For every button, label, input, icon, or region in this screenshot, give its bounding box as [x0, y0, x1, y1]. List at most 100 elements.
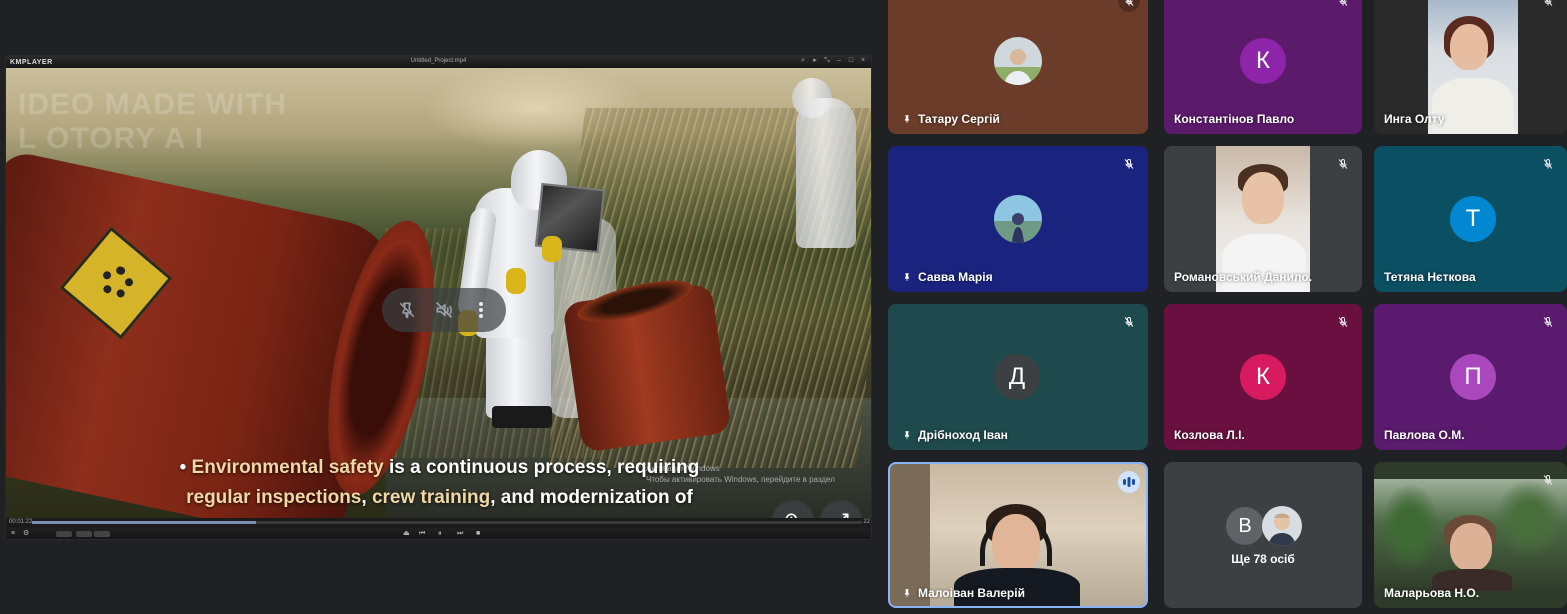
pin-icon — [904, 431, 910, 440]
expand-icon — [842, 513, 849, 518]
seek-bar-fill — [32, 521, 257, 524]
mute-audio-icon[interactable] — [429, 295, 459, 325]
video-scene-glove — [542, 236, 562, 262]
participant-name: Дрібноход Іван — [902, 428, 1008, 442]
unpin-icon[interactable] — [392, 295, 422, 325]
participant-tile-savva[interactable]: Савва Марія — [888, 146, 1148, 292]
minimize-icon[interactable]: – — [835, 57, 843, 65]
pin-icon — [904, 115, 910, 124]
participant-name: Савва Марія — [902, 270, 993, 284]
participant-tile-malaryova[interactable]: Маларьова Н.О. — [1374, 462, 1567, 608]
participant-tile-tataru[interactable]: Татару Сергій — [888, 0, 1148, 134]
mic-off-icon — [1543, 474, 1553, 485]
stop-icon[interactable]: ■ — [476, 530, 480, 538]
mic-off-icon — [1543, 316, 1553, 327]
subtitle-line-2: regular inspections, crew training, and … — [186, 487, 693, 508]
pause-icon[interactable]: ⏸ — [438, 530, 442, 538]
kmplayer-window: KMPLAYER Untitled_Project.mp4 ⌕ ▸ ⤡ – □ … — [5, 55, 872, 540]
avatar-initial: П — [1450, 354, 1496, 400]
mic-off-icon — [1124, 316, 1134, 327]
mic-off-icon — [1338, 316, 1348, 327]
mic-off-indicator — [1118, 0, 1140, 12]
mic-off-indicator — [1537, 469, 1559, 491]
participant-video — [1374, 479, 1567, 591]
mic-off-indicator — [1332, 0, 1354, 12]
participant-name: Татару Сергій — [902, 112, 1000, 126]
seek-bar[interactable] — [32, 521, 862, 524]
participant-video — [890, 464, 1146, 606]
mic-off-icon — [1544, 0, 1553, 6]
tile-hover-controls — [382, 288, 506, 332]
mic-off-indicator — [1118, 311, 1140, 333]
avatar-initial: К — [1240, 354, 1286, 400]
participant-tile-pavlova[interactable]: П Павлова О.М. — [1374, 304, 1567, 450]
pin-icon — [904, 273, 910, 282]
avatar — [1262, 506, 1302, 546]
video-scene-worker-boots — [492, 406, 552, 428]
avatar-initial: В — [1226, 507, 1264, 545]
current-time: 00:01:22 — [9, 519, 33, 525]
pin-icon — [904, 589, 910, 598]
settings-icon[interactable]: ⚙ — [23, 530, 29, 538]
video-scene-glove — [506, 268, 526, 294]
next-icon[interactable]: ⏭ — [457, 530, 463, 538]
activate-windows-watermark: Активация Windows Чтобы активировать Win… — [646, 464, 835, 484]
maximize-icon[interactable]: □ — [847, 57, 855, 65]
video-scene-figure-background — [796, 98, 856, 248]
video-frame[interactable]: IDEO MADE WITH L OTORY A I • Environment… — [6, 68, 871, 518]
participant-name: Павлова О.М. — [1384, 428, 1465, 442]
participant-name: Маларьова Н.О. — [1384, 586, 1480, 600]
player-window-buttons: ⌕ ▸ ⤡ – □ × — [799, 57, 867, 65]
mic-off-indicator — [1332, 311, 1354, 333]
participant-tile-dribnokhod[interactable]: Д Дрібноход Іван — [888, 304, 1148, 450]
mic-off-indicator — [1537, 0, 1559, 12]
mic-off-indicator — [1332, 153, 1354, 175]
mic-off-icon — [1124, 158, 1134, 169]
player-control-bar: ≡ ⚙ ⏏ ⏮ ⏸ ⏭ ■ — [6, 528, 871, 539]
mic-off-icon — [1339, 0, 1348, 6]
participant-name: Романовський Данило. — [1174, 270, 1313, 284]
shrink-icon[interactable]: ⤡ — [823, 57, 831, 65]
participant-tile-netkova[interactable]: Т Тетяна Нєткова — [1374, 146, 1567, 292]
more-options-icon[interactable] — [466, 295, 496, 325]
video-toggle[interactable] — [76, 531, 92, 537]
kmplayer-logo: KMPLAYER — [10, 58, 53, 66]
participant-tile-olt[interactable]: Инга Олту — [1374, 0, 1567, 134]
audio-level-icon — [1123, 477, 1135, 487]
mic-off-indicator — [1537, 311, 1559, 333]
more-participants-label: Ще 78 осіб — [1231, 552, 1295, 566]
more-participants-tile[interactable]: В Ще 78 осіб — [1164, 462, 1362, 608]
mic-off-indicator — [1118, 153, 1140, 175]
participant-name: Константінов Павло — [1174, 112, 1295, 126]
player-titlebar: KMPLAYER Untitled_Project.mp4 ⌕ ▸ ⤡ – □ … — [6, 56, 871, 68]
participant-name: Тетяна Нєткова — [1384, 270, 1476, 284]
search-icon[interactable]: ⌕ — [799, 57, 807, 65]
participant-tile-maloivan-active-speaker[interactable]: Малоіван Валерій — [888, 462, 1148, 608]
participant-tile-romanovskyi[interactable]: Романовський Данило. — [1164, 146, 1362, 292]
speaking-indicator — [1118, 471, 1140, 493]
participant-name: Инга Олту — [1384, 112, 1445, 126]
avatar — [994, 37, 1042, 85]
mic-off-icon — [1125, 0, 1134, 6]
equalizer-toggle[interactable] — [56, 531, 72, 537]
avatar-initial: Т — [1450, 196, 1496, 242]
total-time: 22 — [863, 519, 870, 525]
avatar-initial: К — [1240, 38, 1286, 84]
mic-off-icon — [1543, 158, 1553, 169]
close-icon[interactable]: × — [859, 57, 867, 65]
avatar — [994, 195, 1042, 243]
participant-tile-konstantinov[interactable]: К Константінов Павло — [1164, 0, 1362, 134]
participant-name: Малоіван Валерій — [902, 586, 1025, 600]
menu-icon[interactable]: ≡ — [11, 530, 15, 538]
meet-stage: KMPLAYER Untitled_Project.mp4 ⌕ ▸ ⤡ – □ … — [0, 0, 1567, 614]
player-file-name: Untitled_Project.mp4 — [410, 58, 467, 64]
previous-icon[interactable]: ⏮ — [419, 530, 425, 538]
participant-name: Козлова Л.І. — [1174, 428, 1245, 442]
avatar-initial: Д — [994, 354, 1040, 400]
audio-toggle[interactable] — [94, 531, 110, 537]
mic-off-icon — [1338, 158, 1348, 169]
participant-tile-kozlova[interactable]: К Козлова Л.І. — [1164, 304, 1362, 450]
play-mini-icon[interactable]: ▸ — [811, 57, 819, 65]
mic-off-indicator — [1537, 153, 1559, 175]
eject-icon[interactable]: ⏏ — [403, 530, 410, 538]
